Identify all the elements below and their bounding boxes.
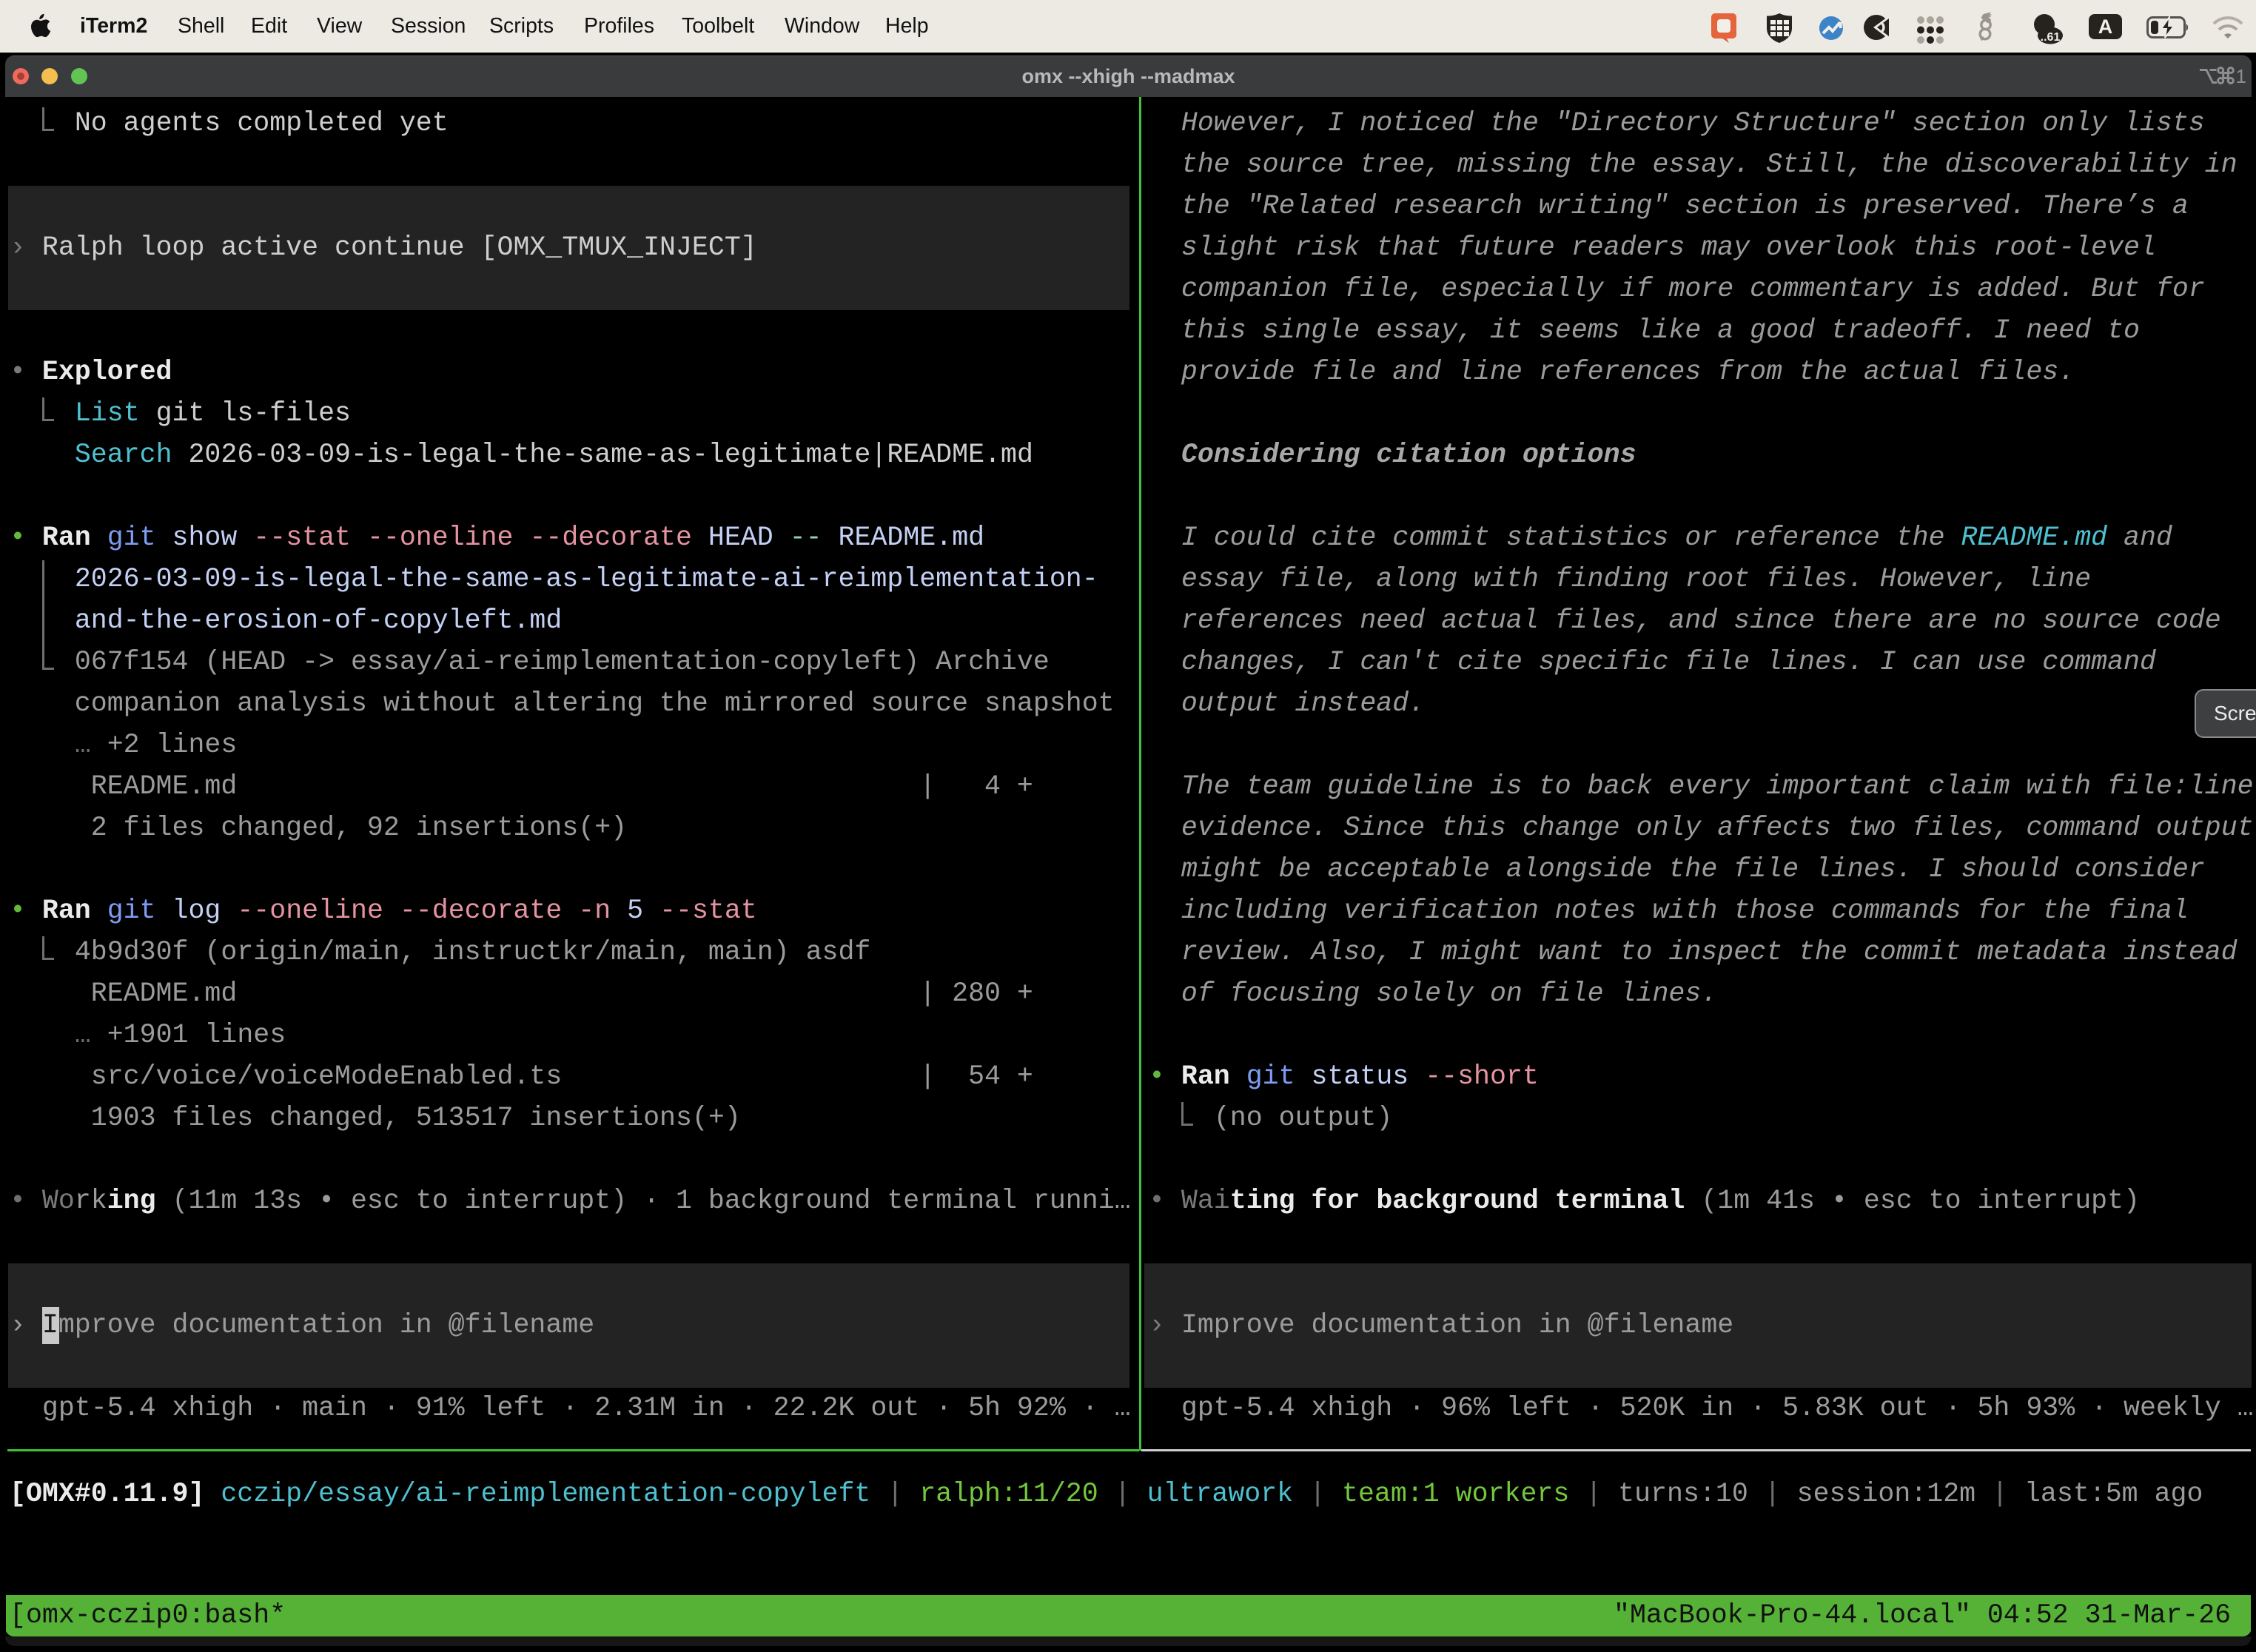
svg-text:1: 1 <box>2236 65 2246 87</box>
svg-text:..61: ..61 <box>2041 31 2061 44</box>
